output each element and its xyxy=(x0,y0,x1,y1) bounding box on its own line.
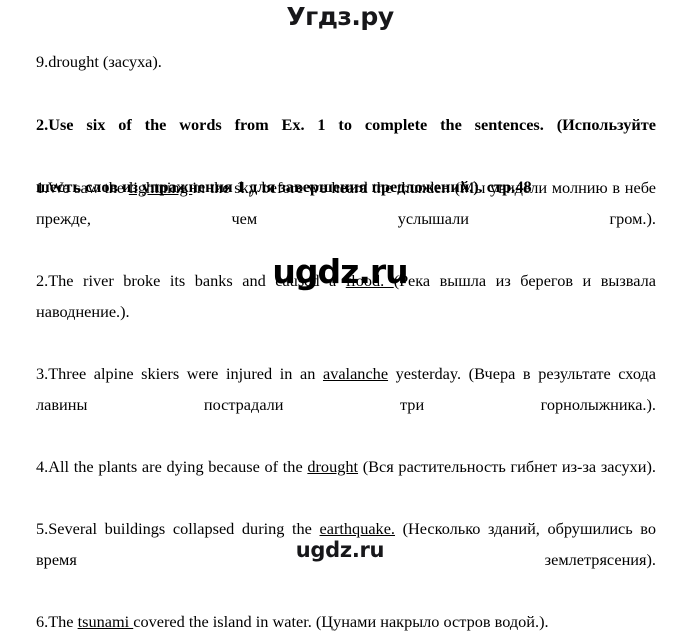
exercise-sentence-6: 6.The tsunami covered the island in wate… xyxy=(36,612,549,631)
sentence-answer-word: drought xyxy=(307,457,359,476)
previous-exercise-item: 9.drought (засуха). xyxy=(36,52,162,71)
sentence-text-before: Several buildings collapsed during the xyxy=(48,519,320,538)
sentence-text-after: (Вся растительность гибнет из-за засухи)… xyxy=(358,457,656,476)
sentence-answer-word: tsunami xyxy=(77,612,134,631)
sentence-text-before: All the plants are dying because of the xyxy=(48,457,308,476)
sentence-answer-word: earthquake. xyxy=(319,519,395,538)
sentence-text-after: covered the island in water. (Цунами нак… xyxy=(133,612,549,631)
sentence-answer-word: avalanche xyxy=(322,364,389,383)
exercise-sentence-4: 4.All the plants are dying because of th… xyxy=(36,451,656,513)
site-watermark-middle: ugdz.ru xyxy=(272,252,408,291)
exercise-sentence-list: 1.We saw the lightning in the sky before… xyxy=(36,172,656,637)
sentence-answer-word: lightning xyxy=(128,178,193,197)
exercise-sentence-3: 3.Three alpine skiers were injured in an… xyxy=(36,358,656,451)
site-watermark-top: Угдз.ру xyxy=(286,2,394,31)
sentence-text-before: Three alpine skiers were injured in an xyxy=(48,364,323,383)
site-watermark-bottom: ugdz.ru xyxy=(295,538,385,562)
sentence-number: 1. xyxy=(36,178,49,197)
sentence-text-before: We saw the xyxy=(48,178,129,197)
sentence-number: 3. xyxy=(36,364,49,383)
sentence-number: 4. xyxy=(36,457,49,476)
sentence-number: 5. xyxy=(36,519,49,538)
sentence-text-before: The xyxy=(48,612,78,631)
sentence-number: 6. xyxy=(36,612,49,631)
exercise-heading-line-1: 2.Use six of the words from Ex. 1 to com… xyxy=(36,115,656,134)
